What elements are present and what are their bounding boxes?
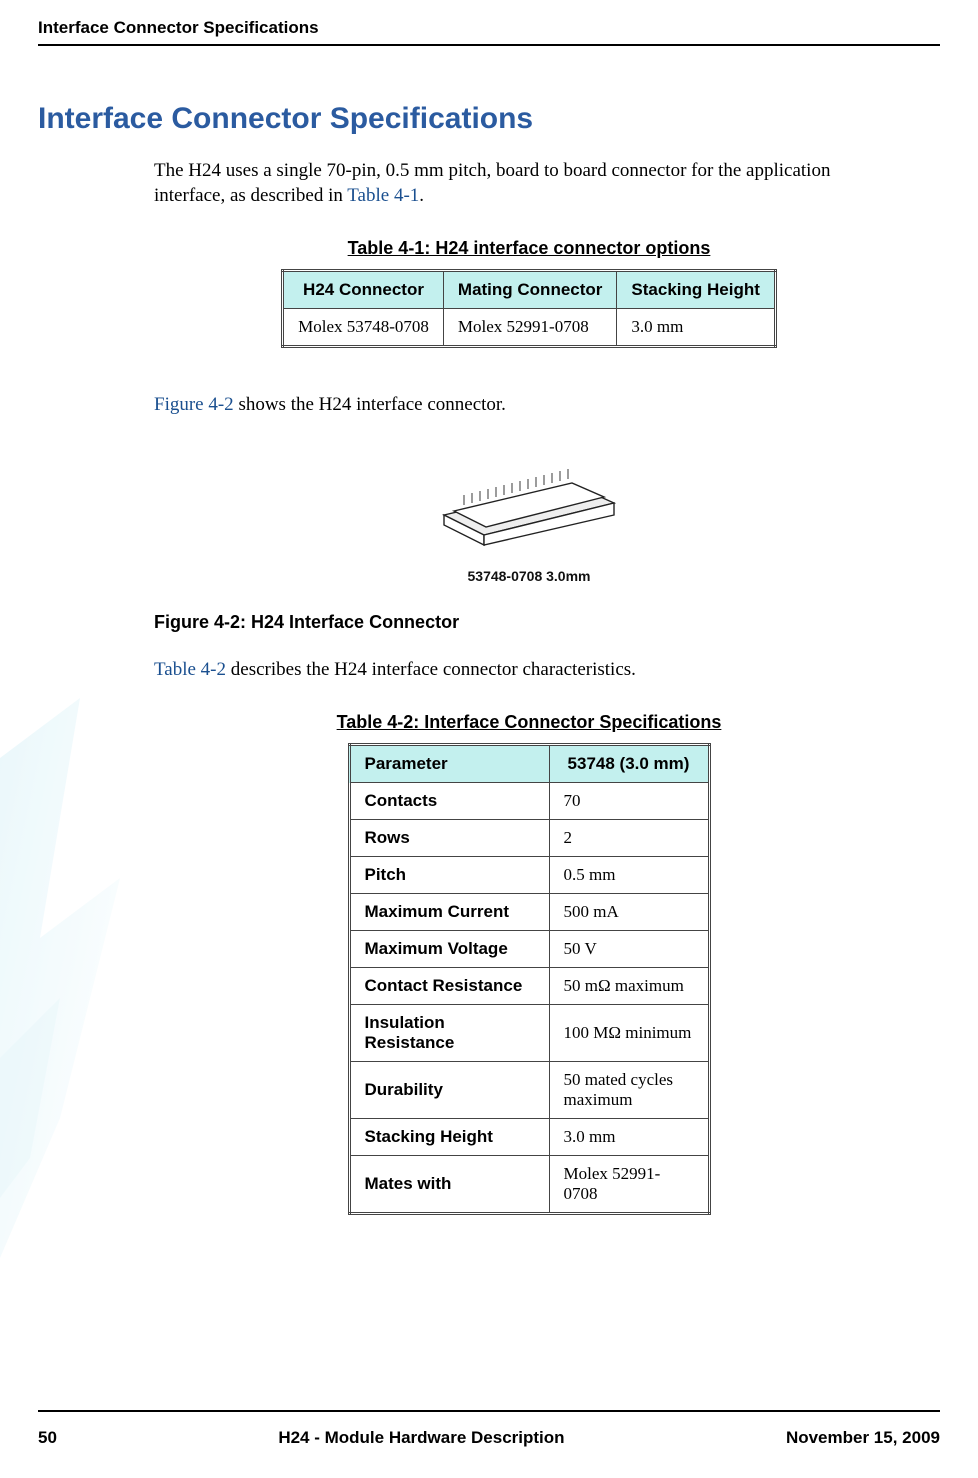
table-4-2-row-2: Pitch0.5 mm — [349, 857, 709, 894]
t42-v-8: 3.0 mm — [549, 1119, 709, 1156]
table-4-2-row-1: Rows2 — [349, 820, 709, 857]
table-4-1-cell-0-0: Molex 53748-0708 — [283, 309, 444, 347]
t42-p-4: Maximum Voltage — [349, 931, 549, 968]
table-4-2-header-row: Parameter 53748 (3.0 mm) — [349, 745, 709, 783]
page-title: Interface Connector Specifications — [38, 102, 904, 136]
t42-v-0: 70 — [549, 783, 709, 820]
table-4-1-cell-0-1: Molex 52991-0708 — [443, 309, 617, 347]
header-section-title: Interface Connector Specifications — [38, 18, 319, 38]
t42-p-3: Maximum Current — [349, 894, 549, 931]
table-4-1-th-0: H24 Connector — [283, 271, 444, 309]
table42-ref-text: describes the H24 interface connector ch… — [226, 659, 636, 680]
t42-p-7: Durability — [349, 1062, 549, 1119]
xref-table-4-1[interactable]: Table 4-1 — [347, 185, 419, 206]
t42-p-8: Stacking Height — [349, 1119, 549, 1156]
figure-4-2-block: 53748-0708 3.0mm — [154, 445, 904, 584]
connector-illustration — [424, 445, 634, 555]
table-4-1: H24 Connector Mating Connector Stacking … — [281, 269, 777, 348]
t42-p-9: Mates with — [349, 1156, 549, 1214]
xref-table-4-2[interactable]: Table 4-2 — [154, 659, 226, 680]
page-header: Interface Connector Specifications — [0, 0, 978, 44]
table-4-1-caption: Table 4-1: H24 interface connector optio… — [154, 238, 904, 259]
table-4-1-row-0: Molex 53748-0708 Molex 52991-0708 3.0 mm — [283, 309, 776, 347]
table-4-2-caption: Table 4-2: Interface Connector Specifica… — [154, 712, 904, 733]
footer-date: November 15, 2009 — [786, 1428, 940, 1448]
t42-p-5: Contact Resistance — [349, 968, 549, 1005]
table-4-2-row-6: Insulation Resistance100 MΩ minimum — [349, 1005, 709, 1062]
table-4-2-row-5: Contact Resistance50 mΩ maximum — [349, 968, 709, 1005]
t42-p-2: Pitch — [349, 857, 549, 894]
figure-4-2-caption: Figure 4-2: H24 Interface Connector — [154, 612, 904, 633]
figure-ref-paragraph: Figure 4-2 shows the H24 interface conne… — [154, 392, 904, 417]
intro-paragraph: The H24 uses a single 70-pin, 0.5 mm pit… — [154, 158, 904, 208]
table42-ref-paragraph: Table 4-2 describes the H24 interface co… — [154, 657, 904, 682]
t42-v-2: 0.5 mm — [549, 857, 709, 894]
footer-rule — [38, 1410, 940, 1412]
figure-4-2-under-label: 53748-0708 3.0mm — [154, 568, 904, 584]
t42-p-6: Insulation Resistance — [349, 1005, 549, 1062]
table-4-1-header-row: H24 Connector Mating Connector Stacking … — [283, 271, 776, 309]
table-4-2-row-8: Stacking Height3.0 mm — [349, 1119, 709, 1156]
intro-text: The H24 uses a single 70-pin, 0.5 mm pit… — [154, 160, 830, 206]
table-4-2-row-4: Maximum Voltage50 V — [349, 931, 709, 968]
footer-page-number: 50 — [38, 1428, 57, 1448]
t42-v-3: 500 mA — [549, 894, 709, 931]
table-4-2-th-0: Parameter — [349, 745, 549, 783]
table-4-1-th-2: Stacking Height — [617, 271, 775, 309]
t42-p-0: Contacts — [349, 783, 549, 820]
table-4-2-row-0: Contacts70 — [349, 783, 709, 820]
t42-v-9: Molex 52991-0708 — [549, 1156, 709, 1214]
table-4-2-th-1: 53748 (3.0 mm) — [549, 745, 709, 783]
figure-ref-text: shows the H24 interface connector. — [234, 394, 506, 415]
table-4-2: Parameter 53748 (3.0 mm) Contacts70 Rows… — [348, 743, 711, 1215]
footer-doc-title: H24 - Module Hardware Description — [278, 1428, 564, 1448]
t42-v-5: 50 mΩ maximum — [549, 968, 709, 1005]
table-4-1-cell-0-2: 3.0 mm — [617, 309, 775, 347]
xref-figure-4-2[interactable]: Figure 4-2 — [154, 394, 234, 415]
t42-p-1: Rows — [349, 820, 549, 857]
table-4-1-th-1: Mating Connector — [443, 271, 617, 309]
t42-v-4: 50 V — [549, 931, 709, 968]
table-4-2-row-3: Maximum Current500 mA — [349, 894, 709, 931]
table-4-2-row-9: Mates withMolex 52991-0708 — [349, 1156, 709, 1214]
t42-v-7: 50 mated cycles maximum — [549, 1062, 709, 1119]
table-4-2-row-7: Durability50 mated cycles maximum — [349, 1062, 709, 1119]
t42-v-1: 2 — [549, 820, 709, 857]
intro-text-end: . — [419, 185, 424, 206]
page-footer: 50 H24 - Module Hardware Description Nov… — [0, 1428, 978, 1448]
t42-v-6: 100 MΩ minimum — [549, 1005, 709, 1062]
